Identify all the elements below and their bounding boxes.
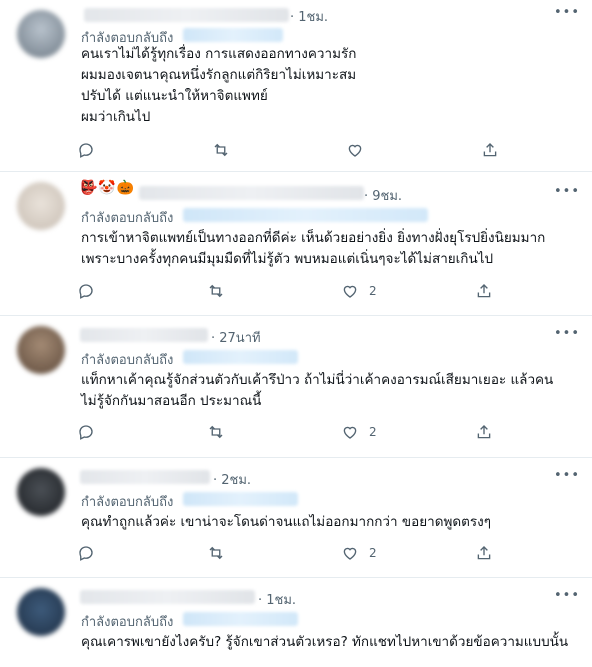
avatar[interactable]	[17, 588, 65, 636]
display-name[interactable]	[80, 470, 210, 484]
like-icon	[348, 144, 362, 157]
retweet-icon	[214, 143, 228, 157]
reply-to-label: กำลังตอบกลับถึง	[81, 211, 174, 226]
like-count: 2	[369, 425, 377, 439]
reply-button[interactable]	[77, 544, 95, 562]
more-icon[interactable]: •••	[554, 184, 580, 199]
retweet-icon	[209, 425, 223, 439]
tweet-text: การเข้าหาจิตแพทย์เป็นทางออกที่ดีค่ะ เห็น…	[81, 230, 546, 267]
tweet-2[interactable]: 👺🤡🎃 · 9ชม. ••• กำลังตอบกลับถึง การเข้าหา…	[0, 172, 592, 316]
tweet-1[interactable]: · 1ชม. ••• กำลังตอบกลับถึง คนเราไม่ได้รู…	[0, 0, 592, 172]
share-icon	[477, 546, 491, 560]
tweet-time[interactable]: · 1ชม.	[290, 6, 328, 27]
like-count: 2	[369, 546, 377, 560]
reply-to-handle[interactable]	[183, 350, 298, 364]
avatar[interactable]	[17, 182, 65, 230]
reply-icon	[79, 143, 93, 158]
tweet-3[interactable]: · 27นาที ••• กำลังตอบกลับถึง แท็กหาเค้าค…	[0, 316, 592, 458]
reply-icon	[79, 546, 93, 561]
retweet-button[interactable]	[207, 423, 225, 441]
display-name[interactable]	[80, 328, 208, 342]
reply-button[interactable]	[77, 423, 95, 441]
share-icon	[483, 143, 497, 157]
tweet-5[interactable]: · 1ชม. ••• กำลังตอบกลับถึง คุณเคารพเขายั…	[0, 578, 592, 667]
tweet-time[interactable]: · 27นาที	[211, 327, 261, 348]
reply-to-handle[interactable]	[183, 28, 283, 42]
reply-button[interactable]	[77, 141, 95, 159]
tweet-time[interactable]: · 2ชม.	[213, 469, 251, 490]
share-button[interactable]	[475, 544, 493, 562]
emoji-decoration: 👺🤡🎃	[80, 180, 136, 196]
reply-to-handle[interactable]	[183, 492, 298, 506]
more-icon[interactable]: •••	[554, 326, 580, 341]
like-button[interactable]: 2	[341, 423, 377, 441]
more-icon[interactable]: •••	[554, 588, 580, 603]
reply-icon	[79, 425, 93, 440]
share-icon	[477, 284, 491, 298]
avatar[interactable]	[17, 326, 65, 374]
tweet-text: แท็กหาเค้าคุณรู้จักส่วนตัวกับเค้ารึป่าว …	[81, 372, 554, 409]
reply-button[interactable]	[77, 282, 95, 300]
retweet-button[interactable]	[207, 282, 225, 300]
like-button[interactable]: 2	[341, 282, 377, 300]
tweet-text: คุณทำถูกแล้วค่ะ เขาน่าจะโดนด่าจนแถไม่ออก…	[81, 514, 491, 530]
share-icon	[477, 425, 491, 439]
retweet-button[interactable]	[207, 544, 225, 562]
retweet-icon	[209, 284, 223, 298]
more-icon[interactable]: •••	[554, 5, 580, 20]
share-button[interactable]	[481, 141, 499, 159]
tweet-time[interactable]: · 1ชม.	[258, 589, 296, 610]
retweet-icon	[209, 546, 223, 560]
reply-to-label: กำลังตอบกลับถึง	[81, 353, 174, 368]
avatar[interactable]	[17, 468, 65, 516]
retweet-button[interactable]	[212, 141, 230, 159]
tweet-text: คุณเคารพเขายังไงครับ? รู้จักเขาส่วนตัวเห…	[81, 634, 569, 650]
like-icon	[343, 547, 357, 560]
like-icon	[343, 285, 357, 298]
display-name[interactable]	[139, 186, 364, 200]
tweet-4[interactable]: · 2ชม. ••• กำลังตอบกลับถึง คุณทำถูกแล้วค…	[0, 458, 592, 578]
more-icon[interactable]: •••	[554, 468, 580, 483]
like-count: 2	[369, 284, 377, 298]
like-button[interactable]: 2	[341, 544, 377, 562]
reply-to-label: กำลังตอบกลับถึง	[81, 495, 174, 510]
reply-to-label: กำลังตอบกลับถึง	[81, 615, 174, 630]
reply-icon	[79, 284, 93, 299]
like-button[interactable]	[346, 141, 374, 159]
like-icon	[343, 426, 357, 439]
avatar[interactable]	[17, 10, 65, 58]
reply-to-handle[interactable]	[183, 612, 298, 626]
share-button[interactable]	[475, 423, 493, 441]
tweet-time[interactable]: · 9ชม.	[364, 185, 402, 206]
share-button[interactable]	[475, 282, 493, 300]
display-name[interactable]	[80, 590, 255, 604]
display-name[interactable]	[84, 8, 289, 22]
reply-to-handle[interactable]	[183, 208, 428, 222]
tweet-text: คนเราไม่ได้รู้ทุกเรื่อง การแสดงออกทางควา…	[81, 46, 357, 125]
